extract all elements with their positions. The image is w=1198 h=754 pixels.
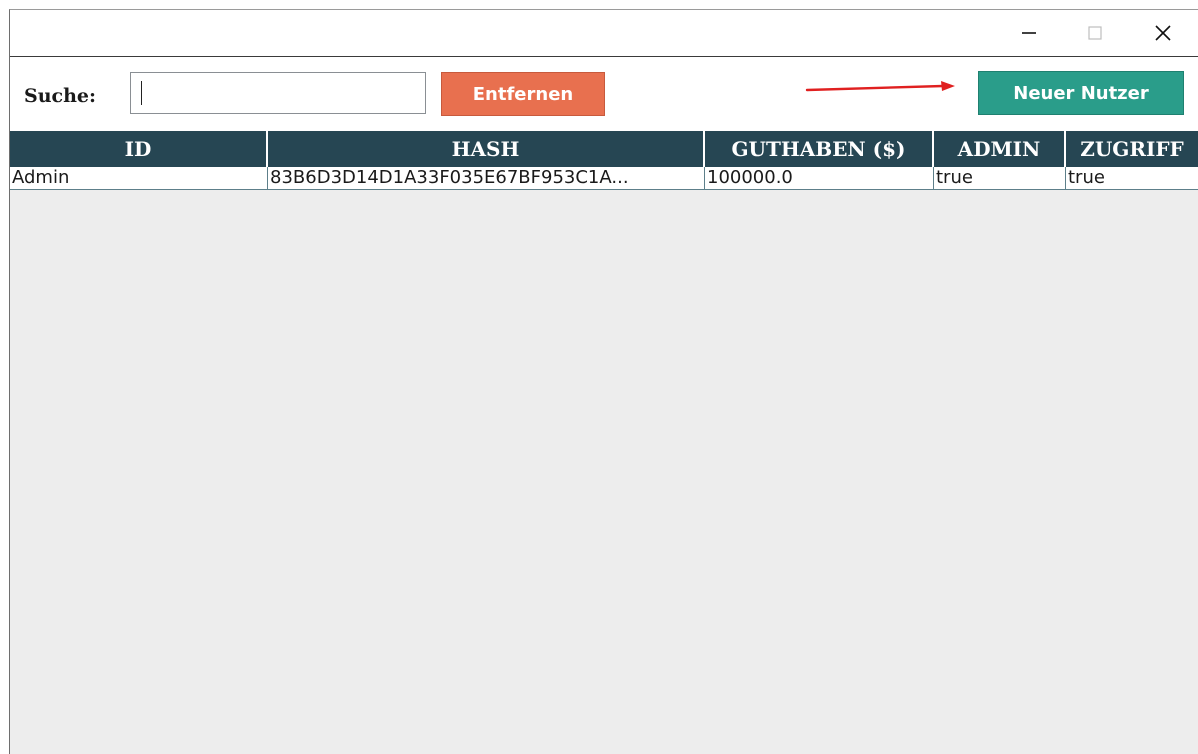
title-bar — [10, 10, 1198, 57]
column-header-balance[interactable]: GUTHABEN ($) — [705, 131, 934, 167]
cell-admin: true — [934, 167, 1066, 189]
minimize-button[interactable] — [1006, 10, 1052, 56]
cell-balance: 100000.0 — [705, 167, 934, 189]
minimize-icon — [1022, 32, 1036, 34]
toolbar: Suche: Entfernen Neuer Nutzer — [10, 57, 1198, 131]
cell-hash: 83B6D3D14D1A33F035E67BF953C1A... — [268, 167, 705, 189]
user-table: ID HASH GUTHABEN ($) ADMIN ZUGRIFF Admin… — [10, 131, 1198, 754]
column-header-admin[interactable]: ADMIN — [934, 131, 1066, 167]
cell-id: Admin — [10, 167, 268, 189]
cell-access: true — [1068, 167, 1105, 188]
arrow-annotation — [805, 81, 955, 92]
table-body: Admin 83B6D3D14D1A33F035E67BF953C1A... 1… — [10, 167, 1198, 190]
column-header-access[interactable]: ZUGRIFF — [1066, 131, 1198, 167]
text-caret — [141, 81, 142, 105]
remove-button[interactable]: Entfernen — [441, 72, 605, 116]
app-window: Suche: Entfernen Neuer Nutzer ID HASH GU… — [9, 9, 1198, 754]
column-header-hash[interactable]: HASH — [268, 131, 705, 167]
close-icon — [1155, 25, 1171, 41]
new-user-button[interactable]: Neuer Nutzer — [978, 71, 1184, 115]
table-header: ID HASH GUTHABEN ($) ADMIN ZUGRIFF — [10, 131, 1198, 167]
maximize-button[interactable] — [1072, 10, 1118, 56]
column-header-id[interactable]: ID — [10, 131, 268, 167]
table-row[interactable]: Admin 83B6D3D14D1A33F035E67BF953C1A... 1… — [10, 167, 1198, 190]
search-input[interactable] — [130, 72, 426, 114]
close-button[interactable] — [1140, 10, 1186, 56]
maximize-icon — [1088, 26, 1102, 40]
search-label: Suche: — [24, 85, 97, 107]
